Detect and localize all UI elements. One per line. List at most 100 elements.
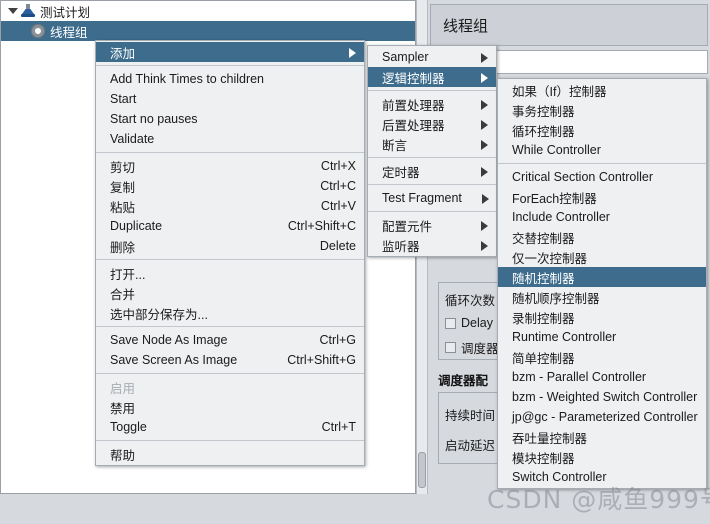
context-menu-item-label: 删除 — [110, 240, 136, 255]
loop-count-text: 循环次数 — [445, 293, 496, 308]
logic-menu-item[interactable]: 随机控制器 — [498, 267, 706, 287]
logic-menu-item[interactable]: 事务控制器 — [498, 100, 706, 120]
add-menu-item-label: 后置处理器 — [382, 118, 445, 133]
logic-menu-item-label: 简单控制器 — [512, 351, 575, 366]
tree-expander-icon[interactable] — [7, 5, 19, 17]
submenu-arrow-icon — [461, 70, 488, 84]
context-menu-item-label: Save Node As Image — [110, 333, 228, 347]
delay-checkbox[interactable] — [445, 317, 456, 329]
context-menu-item-accelerator: Ctrl+C — [320, 179, 356, 193]
context-menu-item[interactable]: 添加 — [96, 42, 364, 62]
tree-rows: 测试计划 线程组 — [1, 1, 415, 41]
add-menu-item[interactable]: 后置处理器 — [368, 114, 496, 134]
tree-node-0[interactable]: 测试计划 — [1, 1, 415, 21]
context-menu-item[interactable]: 选中部分保存为... — [96, 303, 364, 323]
context-menu-item[interactable]: Duplicate Ctrl+Shift+C — [96, 216, 364, 236]
logic-menu-item-label: 交替控制器 — [512, 231, 575, 246]
context-menu-item[interactable]: Validate — [96, 129, 364, 149]
logic-menu-item[interactable]: Critical Section Controller — [498, 167, 706, 187]
logic-menu-item[interactable]: 简单控制器 — [498, 347, 706, 367]
context-menu-item[interactable]: 剪切 Ctrl+X — [96, 156, 364, 176]
context-menu-item-accelerator: Ctrl+X — [320, 159, 356, 173]
logic-menu-item[interactable]: Runtime Controller — [498, 327, 706, 347]
logic-menu-item[interactable]: 吞吐量控制器 — [498, 427, 706, 447]
context-menu-item-accelerator: Ctrl+Shift+C — [287, 219, 356, 233]
context-menu-item[interactable]: Start — [96, 89, 364, 109]
context-menu-item[interactable]: 合并 — [96, 283, 364, 303]
submenu-arrow-icon — [461, 137, 488, 151]
add-menu-item[interactable]: 配置元件 — [368, 215, 496, 235]
add-menu-item[interactable]: 断言 — [368, 134, 496, 154]
context-menu-item[interactable]: 帮助 — [96, 444, 364, 464]
scrollbar-thumb[interactable] — [418, 452, 426, 488]
context-menu-item-accelerator: Ctrl+Shift+G — [287, 353, 356, 367]
jmeter-window: 测试计划线程组 线程组 线程组 循环次数 Delay 调度器 调度器配 持续时间 — [0, 0, 710, 524]
logic-menu-item-label: While Controller — [512, 143, 601, 157]
logic-menu-item[interactable]: bzm - Parallel Controller — [498, 367, 706, 387]
context-menu-separator — [96, 440, 364, 441]
logic-menu-item[interactable]: 模块控制器 — [498, 447, 706, 467]
add-menu-item[interactable]: 定时器 — [368, 161, 496, 181]
add-menu-separator — [368, 211, 496, 212]
logic-menu-item[interactable]: 仅一次控制器 — [498, 247, 706, 267]
context-menu-item[interactable]: Add Think Times to children — [96, 69, 364, 89]
logic-menu-item[interactable]: 如果（If）控制器 — [498, 80, 706, 100]
context-menu-item: 启用 — [96, 377, 364, 397]
logic-menu-item[interactable]: jp@gc - Parameterized Controller — [498, 407, 706, 427]
context-menu-separator — [96, 326, 364, 327]
add-menu-item[interactable]: 前置处理器 — [368, 94, 496, 114]
add-menu-separator — [368, 157, 496, 158]
tree-node-1[interactable]: 线程组 — [1, 21, 415, 41]
logic-menu-item[interactable]: Switch Controller — [498, 467, 706, 487]
scheduler-checkbox[interactable] — [445, 341, 456, 353]
add-submenu[interactable]: Sampler 逻辑控制器前置处理器后置处理器 断言定时器 Test Fragment… — [367, 45, 497, 257]
submenu-arrow-icon — [329, 45, 356, 59]
logic-menu-item[interactable]: 录制控制器 — [498, 307, 706, 327]
context-menu-item-label: Start — [110, 92, 137, 106]
add-menu-item-label: 逻辑控制器 — [382, 71, 445, 86]
add-menu-item[interactable]: Sampler — [368, 47, 496, 67]
submenu-arrow-icon — [461, 164, 488, 178]
add-menu-item[interactable]: Test Fragment — [368, 188, 496, 208]
add-menu-item[interactable]: 逻辑控制器 — [368, 67, 496, 87]
submenu-arrow-icon — [462, 191, 489, 205]
context-menu-item[interactable]: 禁用 — [96, 397, 364, 417]
logic-menu-item-label: Switch Controller — [512, 470, 607, 484]
logic-menu-item[interactable]: 随机顺序控制器 — [498, 287, 706, 307]
add-menu-item-label: Test Fragment — [382, 191, 462, 205]
panel-title: 线程组 — [430, 4, 708, 46]
add-menu-item[interactable]: 监听器 — [368, 235, 496, 255]
logic-menu-item-label: 录制控制器 — [512, 311, 575, 326]
context-menu-item[interactable]: 打开... — [96, 263, 364, 283]
logic-menu-item[interactable]: 交替控制器 — [498, 227, 706, 247]
context-menu-item[interactable]: Save Screen As Image Ctrl+Shift+G — [96, 350, 364, 370]
logic-menu-item[interactable]: While Controller — [498, 140, 706, 160]
window-bottom-strip — [0, 494, 710, 524]
logic-menu-item-label: bzm - Weighted Switch Controller — [512, 390, 698, 404]
tree-node-label: 测试计划 — [40, 5, 91, 20]
context-menu-item-label: Duplicate — [110, 219, 163, 233]
add-menu-item-label: Sampler — [382, 50, 429, 64]
context-menu-item[interactable]: Start no pauses — [96, 109, 364, 129]
context-menu-item[interactable]: Toggle Ctrl+T — [96, 417, 364, 437]
logic-menu-item-label: bzm - Parallel Controller — [512, 370, 647, 384]
logic-menu-item-label: 循环控制器 — [512, 124, 575, 139]
context-menu-item-label: 合并 — [110, 287, 136, 302]
logic-controller-submenu[interactable]: 如果（If）控制器 事务控制器循环控制器 While Controller Criti… — [497, 78, 707, 489]
context-menu-item[interactable]: Save Node As Image Ctrl+G — [96, 330, 364, 350]
add-menu-item-label: 配置元件 — [382, 219, 433, 234]
node-context-menu[interactable]: 添加 Add Think Times to children Start Start … — [95, 40, 365, 466]
context-menu-item[interactable]: 复制 Ctrl+C — [96, 176, 364, 196]
context-menu-item[interactable]: 粘贴 Ctrl+V — [96, 196, 364, 216]
context-menu-item-accelerator: Ctrl+V — [320, 199, 356, 213]
add-menu-item-label: 定时器 — [382, 165, 420, 180]
logic-menu-item[interactable]: bzm - Weighted Switch Controller — [498, 387, 706, 407]
context-menu-item[interactable]: 删除 Delete — [96, 236, 364, 256]
logic-menu-item[interactable]: Include Controller — [498, 207, 706, 227]
gear-icon — [29, 24, 47, 38]
logic-menu-item[interactable]: 循环控制器 — [498, 120, 706, 140]
logic-menu-item-label: ForEach控制器 — [512, 191, 597, 206]
submenu-arrow-icon — [461, 218, 488, 232]
submenu-arrow-icon — [461, 238, 488, 252]
logic-menu-item[interactable]: ForEach控制器 — [498, 187, 706, 207]
